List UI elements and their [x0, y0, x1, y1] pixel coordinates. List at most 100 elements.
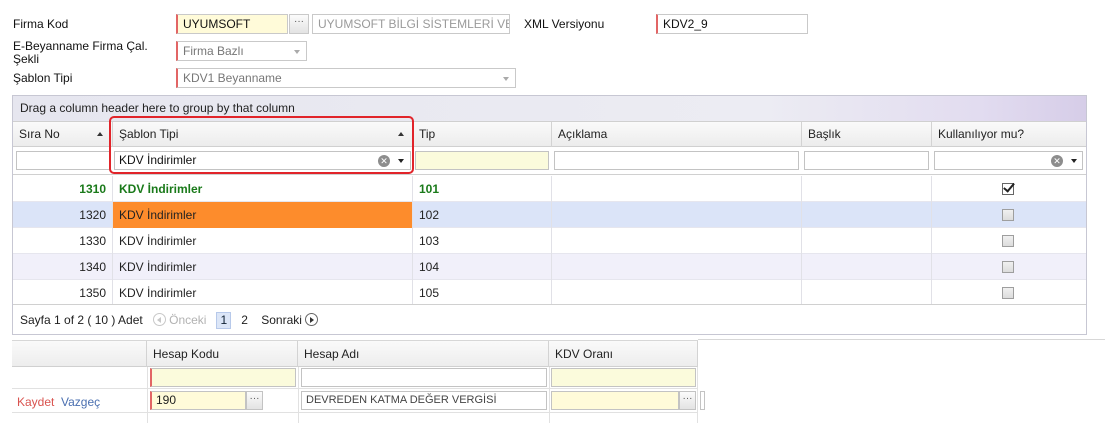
cell-aciklama [552, 176, 802, 202]
cell-sablon-tipi: KDV İndirimler [113, 228, 413, 254]
filter-sira-no-input[interactable] [16, 151, 110, 170]
cell-aciklama [552, 202, 802, 228]
col-header-hesap-adi[interactable]: Hesap Adı [298, 341, 549, 367]
hesap-filter-row [12, 367, 698, 389]
filter-tip-input[interactable] [415, 151, 549, 170]
cell-kullaniliyor [932, 228, 1087, 254]
filter-hesap-kodu-input[interactable] [150, 368, 296, 387]
cell-sira-no: 1340 [13, 254, 113, 280]
col-divider [697, 367, 698, 423]
page-2-button[interactable]: 2 [241, 313, 248, 327]
cell-aciklama [552, 228, 802, 254]
clear-filter-icon[interactable]: ✕ [1051, 155, 1063, 167]
kdv-orani-input[interactable] [551, 391, 679, 410]
calisma-sekli-label: E-Beyanname Firma Çal. Şekli [13, 39, 148, 66]
table-row-selected[interactable]: 1320 KDV İndirimler 102 [13, 202, 1086, 228]
col-header-kdv-orani[interactable]: KDV Oranı [549, 341, 698, 367]
cell-kullaniliyor [932, 254, 1087, 280]
col-header-baslik[interactable]: Başlık [802, 122, 932, 147]
cell-baslik [802, 254, 932, 280]
firma-name-field: UYUMSOFT BİLGİ SİSTEMLERİ VE [312, 14, 510, 34]
firma-kod-input[interactable]: UYUMSOFT [176, 14, 288, 34]
cell-kullaniliyor [932, 202, 1087, 228]
cancel-link[interactable]: Vazgeç [61, 395, 100, 409]
hesap-kodu-lookup-button[interactable]: ··· [246, 391, 263, 410]
col-divider [298, 367, 299, 423]
kullaniliyor-checkbox[interactable] [1002, 209, 1014, 221]
cell-kullaniliyor [932, 280, 1087, 306]
col-header-label: Sıra No [19, 127, 60, 141]
firma-kod-label: Firma Kod [13, 17, 69, 31]
hesap-adi-field: DEVREDEN KATMA DEĞER VERGİSİ [301, 391, 547, 410]
cell-baslik [802, 176, 932, 202]
divider [698, 339, 1105, 340]
cell-aciklama [552, 254, 802, 280]
filter-hesap-adi-input[interactable] [301, 368, 547, 387]
sablon-tipi-label: Şablon Tipi [13, 71, 73, 85]
firma-kod-lookup-button[interactable]: ··· [289, 14, 309, 34]
cell-tip: 101 [413, 176, 552, 202]
hesap-grid: Hesap Kodu Hesap Adı KDV Oranı Kaydet Va… [12, 340, 705, 423]
grid-pager: Sayfa 1 of 2 ( 10 ) Adet Önceki 1 2 Sonr… [13, 304, 1086, 334]
cell-sablon-tipi-focused: KDV İndirimler [113, 202, 413, 228]
sablon-tipi-highlight [109, 116, 414, 174]
col-divider [549, 367, 550, 423]
hesap-edit-row: Kaydet Vazgeç 190 ··· DEVREDEN KATMA DEĞ… [12, 389, 705, 413]
next-page-link[interactable]: Sonraki [261, 313, 302, 327]
kullaniliyor-checkbox[interactable] [1002, 287, 1014, 299]
extra-cell-edge [700, 391, 705, 410]
cell-sira-no: 1320 [13, 202, 113, 228]
table-row[interactable]: 1350 KDV İndirimler 105 [13, 280, 1086, 306]
cell-tip: 103 [413, 228, 552, 254]
filter-baslik-input[interactable] [804, 151, 929, 170]
col-divider [147, 367, 148, 423]
xml-version-input[interactable]: KDV2_9 [656, 14, 808, 34]
sablon-tipi-value: KDV1 Beyanname [183, 71, 282, 85]
prev-page-icon[interactable] [152, 313, 166, 326]
page-1-button[interactable]: 1 [216, 312, 232, 329]
table-row[interactable]: 1340 KDV İndirimler 104 [13, 254, 1086, 280]
cell-baslik [802, 202, 932, 228]
sort-ascending-icon [97, 132, 103, 136]
cell-aciklama [552, 280, 802, 306]
hesap-kodu-input[interactable]: 190 [150, 391, 246, 410]
cell-tip: 104 [413, 254, 552, 280]
calisma-sekli-select[interactable]: Firma Bazlı [176, 41, 307, 61]
col-header-hesap-kodu[interactable]: Hesap Kodu [147, 341, 298, 367]
next-page-icon[interactable] [305, 313, 319, 326]
col-header-aciklama[interactable]: Açıklama [552, 122, 802, 147]
hesap-grid-header: Hesap Kodu Hesap Adı KDV Oranı [12, 340, 698, 367]
col-header-actions [12, 341, 147, 367]
kullaniliyor-checkbox[interactable] [1002, 261, 1014, 273]
kullaniliyor-checkbox[interactable] [1002, 235, 1014, 247]
cell-sablon-tipi: KDV İndirimler [113, 176, 413, 202]
cell-sablon-tipi: KDV İndirimler [113, 254, 413, 280]
table-row[interactable]: 1330 KDV İndirimler 103 [13, 228, 1086, 254]
cell-sira-no: 1310 [13, 176, 113, 202]
calisma-sekli-value: Firma Bazlı [183, 44, 244, 58]
pager-summary: Sayfa 1 of 2 ( 10 ) Adet [20, 313, 143, 327]
cell-sira-no: 1350 [13, 280, 113, 306]
xml-version-label: XML Versiyonu [524, 17, 605, 31]
col-header-tip[interactable]: Tip [413, 122, 552, 147]
col-header-kullaniliyor[interactable]: Kullanılıyor mu? [932, 122, 1087, 147]
chevron-down-icon [503, 77, 509, 81]
filter-aciklama-input[interactable] [554, 151, 799, 170]
prev-page-link[interactable]: Önceki [169, 313, 206, 327]
save-link[interactable]: Kaydet [17, 395, 54, 409]
cell-kullaniliyor [932, 176, 1087, 202]
kullaniliyor-checkbox[interactable] [1002, 183, 1014, 195]
cell-sira-no: 1330 [13, 228, 113, 254]
col-header-sira-no[interactable]: Sıra No [13, 122, 113, 147]
cell-tip: 105 [413, 280, 552, 306]
filter-kullaniliyor-select[interactable]: ✕ [934, 151, 1083, 170]
chevron-down-icon [294, 50, 300, 54]
filter-kdv-orani-input[interactable] [551, 368, 696, 387]
sablon-tipi-select[interactable]: KDV1 Beyanname [176, 68, 516, 88]
filter-dropdown-icon[interactable] [1071, 159, 1077, 163]
table-row[interactable]: 1310 KDV İndirimler 101 [13, 176, 1086, 202]
kdv-orani-lookup-button[interactable]: ··· [679, 391, 696, 410]
cell-sablon-tipi: KDV İndirimler [113, 280, 413, 306]
cell-tip: 102 [413, 202, 552, 228]
cell-baslik [802, 228, 932, 254]
